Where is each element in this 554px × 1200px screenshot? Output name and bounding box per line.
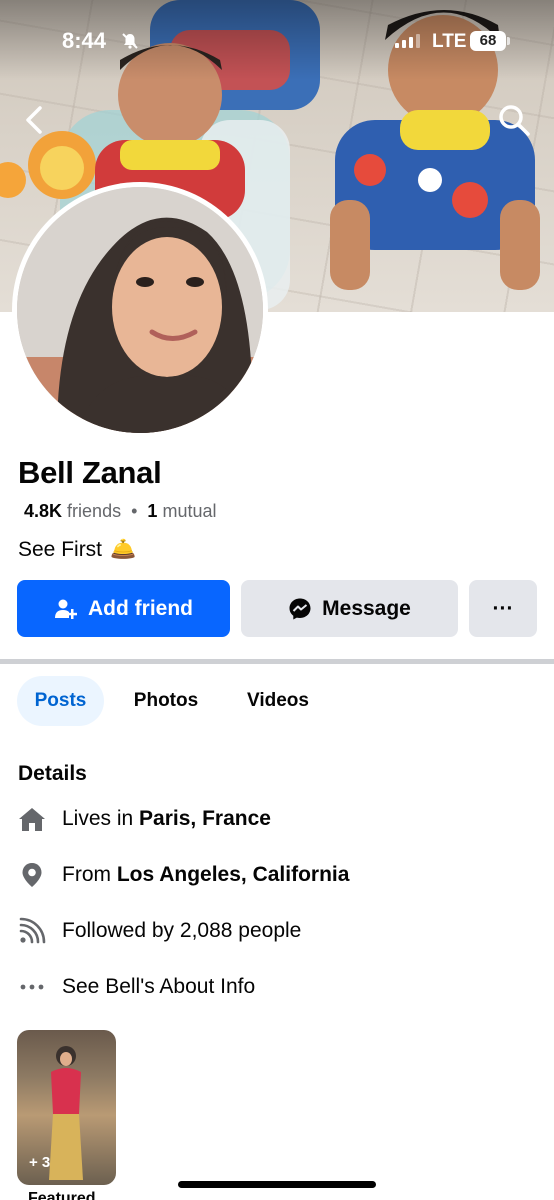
tab-posts[interactable]: Posts xyxy=(17,676,104,726)
friends-count: 4.8K xyxy=(24,501,63,521)
more-options-button[interactable]: ··· xyxy=(469,580,537,637)
messenger-icon xyxy=(289,598,311,619)
featured-collection[interactable]: + 3 xyxy=(17,1030,116,1185)
signal-icon xyxy=(395,34,420,48)
about-info-link: See Bell's About Info xyxy=(62,975,256,998)
battery-icon: 68 xyxy=(470,31,506,51)
profile-name: Bell Zanal xyxy=(18,455,162,490)
ellipsis-icon: ··· xyxy=(492,596,514,620)
tab-videos[interactable]: Videos xyxy=(232,676,324,726)
friends-separator: • xyxy=(131,501,138,521)
add-friend-button[interactable]: Add friend xyxy=(17,580,230,637)
ellipsis-icon xyxy=(18,973,46,1001)
mutual-count: 1 xyxy=(147,501,158,521)
friends-summary[interactable]: 4.8K friends • 1 mutual xyxy=(24,501,216,522)
home-icon xyxy=(18,805,46,833)
status-bar: 8:44 LTE 68 xyxy=(0,0,554,80)
home-indicator xyxy=(178,1181,376,1188)
status-time: 8:44 xyxy=(62,28,107,53)
detail-followers: Followed by 2,088 people xyxy=(18,916,301,946)
add-person-icon xyxy=(55,599,77,619)
section-divider xyxy=(0,659,554,664)
bell-off-icon xyxy=(122,33,138,49)
see-first-label: See First xyxy=(18,538,103,561)
add-friend-label: Add friend xyxy=(88,596,193,620)
see-first-badge[interactable]: See First 🛎️ xyxy=(18,538,136,562)
avatar-portrait xyxy=(17,187,263,433)
followed-by-text: Followed by 2,088 people xyxy=(62,919,302,942)
message-button[interactable]: Message xyxy=(241,580,458,637)
search-icon[interactable] xyxy=(494,100,534,140)
mutual-label: mutual xyxy=(162,501,217,521)
back-arrow-icon[interactable] xyxy=(18,100,54,140)
detail-lives-in: Lives in Paris, France xyxy=(18,804,271,834)
featured-photo-person xyxy=(49,1046,83,1180)
battery-tip xyxy=(507,37,510,45)
detail-from: From Los Angeles, California xyxy=(18,860,349,890)
details-heading: Details xyxy=(18,762,87,785)
featured-label: Featured xyxy=(28,1190,96,1200)
location-pin-icon xyxy=(18,861,46,889)
detail-about-link[interactable]: See Bell's About Info xyxy=(18,972,255,1002)
from-value[interactable]: Los Angeles, California xyxy=(117,863,350,887)
featured-count: + 3 xyxy=(29,1154,51,1171)
friends-label: friends xyxy=(67,501,122,521)
network-label: LTE xyxy=(432,31,467,52)
lives-prefix: Lives in xyxy=(62,807,140,830)
tab-photos[interactable]: Photos xyxy=(118,676,214,726)
from-prefix: From xyxy=(62,863,117,886)
avatar[interactable] xyxy=(17,187,263,433)
bell-icon: 🛎️ xyxy=(110,538,137,561)
rss-icon xyxy=(18,917,46,945)
message-label: Message xyxy=(322,596,411,620)
lives-value[interactable]: Paris, France xyxy=(139,807,271,831)
